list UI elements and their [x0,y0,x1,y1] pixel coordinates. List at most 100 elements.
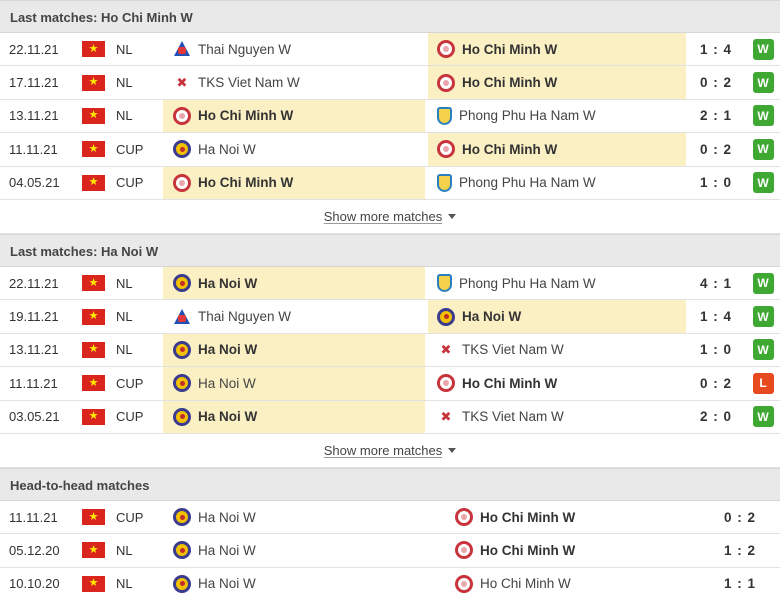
match-row[interactable]: 19.11.21 ★ NL Thai Nguyen W Ha Noi W 1 : 4 W [0,300,780,334]
vietnam-flag-icon: ★ [82,66,106,98]
team-name-label[interactable]: Ho Chi Minh W [480,576,571,591]
home-team[interactable]: Ha Noi W [163,400,425,433]
team-name-label[interactable]: Ha Noi W [198,409,257,424]
competition: NL [116,309,133,325]
home-team[interactable]: Thai Nguyen W [163,300,425,332]
team-name-label[interactable]: Thai Nguyen W [198,309,291,324]
team-name-label[interactable]: Ho Chi Minh W [462,376,557,391]
team-name-label[interactable]: Phong Phu Ha Nam W [459,276,596,291]
match-score[interactable]: 2 : 1 [686,100,746,132]
team-name-label[interactable]: Ha Noi W [198,142,256,157]
home-team[interactable]: Ho Chi Minh W [163,99,425,133]
competition: CUP [116,409,144,425]
team-name-label[interactable]: Ha Noi W [462,309,521,324]
home-team[interactable]: Ha Noi W [163,333,425,367]
away-team[interactable]: Ha Noi W [428,300,686,333]
away-team[interactable]: Phong Phu Ha Nam W [428,100,686,132]
away-team[interactable]: Phong Phu Ha Nam W [428,167,686,199]
hcm-logo-icon [455,574,473,593]
match-row[interactable]: 10.10.20 ★ NL Ha Noi W Ho Chi Minh W 1 : 1 [0,567,780,600]
result-badge: L [752,372,774,394]
home-team[interactable]: Ho Chi Minh W [163,166,425,199]
away-team[interactable]: Phong Phu Ha Nam W [428,267,686,299]
match-score[interactable]: 1 : 0 [686,334,746,366]
match-row[interactable]: 11.11.21 ★ CUP Ha Noi W Ho Chi Minh W 0 : 2 W [0,133,780,167]
home-team[interactable]: Ha Noi W [163,266,425,300]
caret-down-icon [448,447,457,453]
away-team[interactable]: Ho Chi Minh W [428,33,686,66]
hcm-logo-icon [437,73,455,92]
team-name-label[interactable]: TKS Viet Nam W [462,342,564,357]
match-row[interactable]: 17.11.21 ★ NL TKS Viet Nam W Ho Chi Minh W 0 … [0,66,780,100]
home-team[interactable]: Ha Noi W [163,133,425,165]
away-team[interactable]: Ho Chi Minh W [428,133,686,166]
team-name-label[interactable]: Thai Nguyen W [198,42,291,57]
match-date: 11.11.21 [9,375,58,391]
match-score[interactable]: 4 : 1 [686,267,746,299]
match-row[interactable]: 03.05.21 ★ CUP Ha Noi W TKS Viet Nam W 2 : 0 W [0,400,780,434]
match-score[interactable]: 1 : 4 [686,33,746,65]
match-row[interactable]: 22.11.21 ★ NL Ha Noi W Phong Phu Ha Nam W 4 :… [0,266,780,301]
team-name-label[interactable]: Ha Noi W [198,576,256,591]
match-score[interactable]: 0 : 2 [686,66,746,98]
show-more-matches-button[interactable]: Show more matches [0,434,780,468]
result-cell: W [752,100,774,132]
tks-logo-icon [437,408,455,426]
team-name-label[interactable]: Ha Noi W [198,543,256,558]
team-name-label[interactable]: Ho Chi Minh W [462,42,557,57]
home-team[interactable]: Ha Noi W [163,534,443,567]
away-team[interactable]: TKS Viet Nam W [428,334,686,366]
team-name-label[interactable]: Ho Chi Minh W [462,142,557,157]
result-badge: W [752,138,774,160]
team-name-label[interactable]: Ha Noi W [198,276,257,291]
away-team[interactable]: Ho Chi Minh W [428,66,686,99]
show-more-matches-button[interactable]: Show more matches [0,200,780,234]
away-team[interactable]: Ho Chi Minh W [428,367,686,399]
team-name-label[interactable]: Ho Chi Minh W [198,108,293,123]
home-team[interactable]: Thai Nguyen W [163,33,425,65]
match-score[interactable]: 1 : 4 [686,300,746,332]
team-name-label[interactable]: Phong Phu Ha Nam W [459,175,596,190]
show-more-label[interactable]: Show more matches [324,209,443,224]
team-name-label[interactable]: Ho Chi Minh W [480,543,575,558]
match-row[interactable]: 11.11.21 ★ CUP Ha Noi W Ho Chi Minh W 0 : 2 L [0,367,780,401]
team-name-label[interactable]: Ho Chi Minh W [462,75,557,90]
pp-logo-icon [437,173,452,192]
home-team[interactable]: Ha Noi W [163,500,443,534]
match-row[interactable]: 05.12.20 ★ NL Ha Noi W Ho Chi Minh W 1 : 2 [0,534,780,568]
team-name-label[interactable]: Phong Phu Ha Nam W [459,108,596,123]
match-score[interactable]: 0 : 2 [686,133,746,165]
away-team[interactable]: Ho Chi Minh W [446,534,686,567]
away-team[interactable]: Ho Chi Minh W [446,567,686,600]
team-name-label[interactable]: Ha Noi W [198,510,256,525]
away-team[interactable]: TKS Viet Nam W [428,401,686,433]
match-row[interactable]: 13.11.21 ★ NL Ho Chi Minh W Phong Phu Ha Nam… [0,99,780,134]
match-score[interactable]: 1 : 1 [710,568,770,600]
team-name-label[interactable]: Ho Chi Minh W [198,175,293,190]
competition: NL [116,542,133,558]
match-score[interactable]: 2 : 0 [686,401,746,433]
match-row[interactable]: 13.11.21 ★ NL Ha Noi W TKS Viet Nam W 1 : 0 W [0,333,780,368]
section-last-matches-hanoi: Last matches: Ha Noi W 22.11.21 ★ NL Ha Noi… [0,233,780,468]
competition: NL [116,75,133,91]
team-name-label[interactable]: Ho Chi Minh W [480,510,575,525]
match-row[interactable]: 22.11.21 ★ NL Thai Nguyen W Ho Chi Minh W 1 :… [0,33,780,67]
match-row[interactable]: 11.11.21 ★ CUP Ha Noi W Ho Chi Minh W 0 : 2 [0,500,780,535]
match-score[interactable]: 1 : 2 [710,534,770,566]
match-score[interactable]: 0 : 2 [686,367,746,399]
match-score[interactable]: 0 : 2 [710,501,770,533]
team-name-label[interactable]: TKS Viet Nam W [462,409,564,424]
hcm-logo-icon [455,508,473,527]
team-name-label[interactable]: Ha Noi W [198,342,257,357]
show-more-label[interactable]: Show more matches [324,443,443,458]
home-team[interactable]: Ha Noi W [163,367,425,400]
home-team[interactable]: Ha Noi W [163,567,443,600]
hanoi-logo-icon [173,340,191,359]
team-name-label[interactable]: TKS Viet Nam W [198,75,300,90]
vietnam-flag-icon: ★ [82,174,105,191]
home-team[interactable]: TKS Viet Nam W [163,66,425,98]
away-team[interactable]: Ho Chi Minh W [446,500,686,534]
match-score[interactable]: 1 : 0 [686,167,746,199]
team-name-label[interactable]: Ha Noi W [198,376,256,391]
match-row[interactable]: 04.05.21 ★ CUP Ho Chi Minh W Phong Phu Ha Na… [0,166,780,200]
